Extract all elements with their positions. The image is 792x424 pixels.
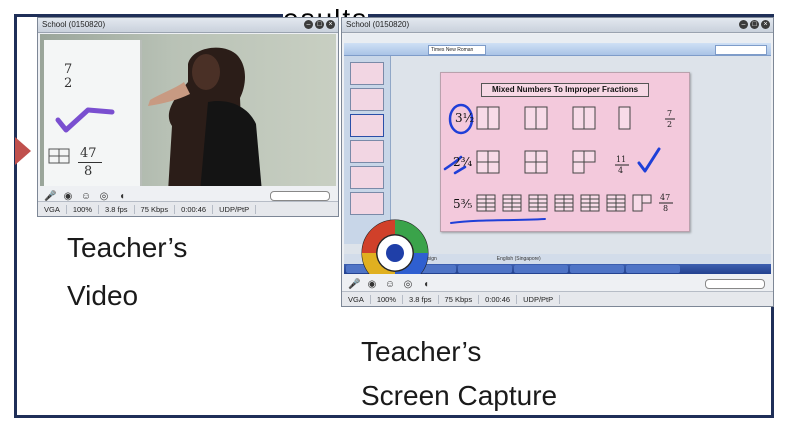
status-time: 0:00:46 [479,294,518,304]
wb-fraction-num-top: 7 [64,62,73,77]
slide-thumbnail[interactable] [350,140,384,163]
speaker-icon[interactable]: ◖ [116,191,128,202]
microphone-icon[interactable]: 🎤 [348,279,360,290]
wb-fraction-den-bottom: 8 [84,164,93,179]
capture-toolbar: 🎤 ◉ ☺ ◎ ◖ [342,276,773,292]
answer-den-row3: 8 [663,204,669,213]
screen-capture-window[interactable]: School (0150820) – □ × Times New Roman M… [341,17,774,307]
caption-teacher-video: Teacher’s Video [67,229,187,315]
slide-thumbnail[interactable] [350,62,384,85]
slide-canvas[interactable]: Mixed Numbers To Improper Fractions 3½ 2… [440,72,690,232]
mixed-number-row1: 3½ [455,111,475,125]
status-bitrate: 75 Kbps [135,204,176,214]
answer-den-row1: 2 [667,120,673,129]
font-select[interactable]: Times New Roman [428,45,486,55]
answer-num-row1: 7 [667,109,673,118]
minimize-icon[interactable]: – [739,20,748,29]
answer-num-row3: 47 [660,193,671,202]
capture-window-title: School (0150820) [346,20,410,29]
slide-thumbnails-pane [344,56,391,244]
close-icon[interactable]: × [761,20,770,29]
ppt-menubar [344,34,771,43]
grid-drawing-icon [48,148,70,164]
taskbar-button[interactable] [570,265,624,273]
video-window-titlebar[interactable]: School (0150820) – □ × [38,18,338,33]
video-window[interactable]: School (0150820) – □ × 7 2 47 8 🎤 ◉ ☺ ◎ … [37,17,339,217]
whiteboard: 7 2 47 8 [44,40,142,186]
users-icon[interactable]: ☺ [384,279,396,290]
disc-icon[interactable]: ◎ [402,279,414,290]
taskbar-button[interactable] [514,265,568,273]
disc-icon[interactable]: ◎ [98,191,110,202]
answer-den-row2: 4 [618,166,624,175]
capture-statusbar: VGA 100% 3.8 fps 75 Kbps 0:00:46 UDP/PtP [342,291,773,306]
ppt-language-label: English (Singapore) [496,256,541,262]
caption-line: Teacher’s [67,232,188,263]
status-zoom: 100% [371,294,404,304]
teacher-figure [148,47,262,186]
powerpoint-screen: Times New Roman Mixed Numbers To Imprope… [344,34,771,274]
webcam-icon[interactable]: ◉ [366,279,378,290]
teacher-video-feed: 7 2 47 8 [40,34,336,186]
pointer-arrow-icon [15,137,31,165]
video-window-title: School (0150820) [42,20,106,29]
status-fps: 3.8 fps [99,204,135,214]
slide-frame: esults School (0150820) – □ × 7 2 [14,9,774,418]
maximize-icon[interactable]: □ [750,20,759,29]
wb-fraction-bar [78,162,102,163]
minimize-icon[interactable]: – [304,20,313,29]
wb-fraction-den-top: 2 [64,76,73,91]
caption-teacher-screen-capture: Teacher’s Screen Capture [361,333,557,415]
webcam-icon[interactable]: ◉ [62,191,74,202]
video-statusbar: VGA 100% 3.8 fps 75 Kbps 0:00:46 UDP/PtP [38,201,338,216]
slide-thumbnail[interactable] [350,166,384,189]
speaker-icon[interactable]: ◖ [420,279,432,290]
users-icon[interactable]: ☺ [80,191,92,202]
help-search-box[interactable] [715,45,767,55]
ppt-toolbar: Times New Roman [344,43,771,56]
status-transport: UDP/PtP [213,204,257,214]
slide-thumbnail[interactable] [350,192,384,215]
caption-line: Teacher’s [361,336,482,367]
status-fps: 3.8 fps [403,294,439,304]
close-icon[interactable]: × [326,20,335,29]
status-bitrate: 75 Kbps [439,294,480,304]
mixed-number-row2: 2¾ [453,155,473,169]
wb-fraction-num-bottom: 47 [80,146,97,161]
fraction-diagram [443,103,675,224]
maximize-icon[interactable]: □ [315,20,324,29]
taskbar-button[interactable] [626,265,680,273]
mixed-number-row3: 5⅗ [453,197,473,211]
answer-num-row2: 11 [616,155,627,164]
status-transport: UDP/PtP [517,294,561,304]
microphone-icon[interactable]: 🎤 [44,191,56,202]
volume-bar[interactable] [705,279,765,289]
ink-tool-dial[interactable] [360,218,430,274]
caption-line: Video [67,280,139,311]
slide-thumbnail[interactable] [350,88,384,111]
caption-line: Screen Capture [361,380,558,411]
ink-checkmark-icon [55,107,115,133]
taskbar-button[interactable] [458,265,512,273]
status-zoom: 100% [67,204,100,214]
status-time: 0:00:46 [175,204,214,214]
capture-window-titlebar[interactable]: School (0150820) – □ × [342,18,773,33]
status-format: VGA [342,294,371,304]
status-format: VGA [38,204,67,214]
volume-bar[interactable] [270,191,330,201]
slide-thumbnail[interactable] [350,114,384,137]
